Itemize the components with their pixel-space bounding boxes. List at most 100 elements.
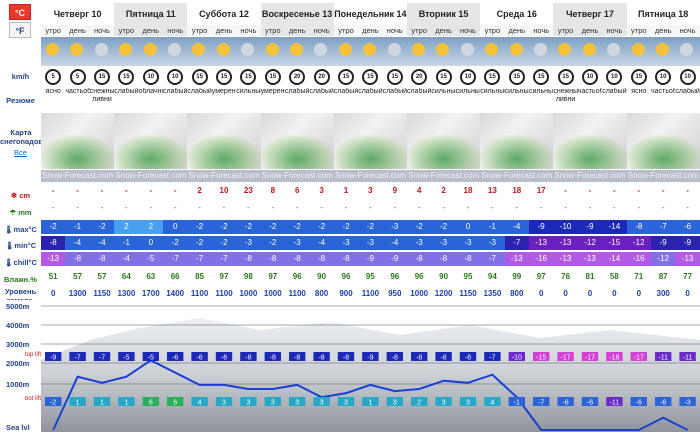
rain-value: - <box>344 203 348 212</box>
day-header[interactable]: Среда 16 <box>480 3 554 25</box>
fahrenheit-button[interactable]: °F <box>9 22 31 38</box>
wind-speed: 10 <box>459 68 476 85</box>
bot-lift-value: 3 <box>442 400 446 407</box>
chill-value: -13 <box>675 252 700 266</box>
rain-value: - <box>491 203 494 212</box>
min-value: -4 <box>382 236 407 250</box>
max-value: -2 <box>236 220 261 234</box>
snow-value: 6 <box>294 186 300 195</box>
bot-lift-value: -2 <box>50 400 56 407</box>
sun-icon <box>46 43 59 56</box>
humidity-value: 94 <box>487 272 497 281</box>
weather-icon <box>211 37 237 66</box>
rain-value: - <box>637 203 641 212</box>
summary-cell: ясно <box>631 88 647 95</box>
sun-icon <box>119 43 133 56</box>
humidity-value: 96 <box>341 272 351 281</box>
wind-icon: 20 <box>407 66 431 87</box>
snow-value: 13 <box>487 186 497 195</box>
bot-lift-value: 1 <box>100 400 104 407</box>
time-of-day: ночь <box>309 25 334 36</box>
wind-speed: 10 <box>655 68 672 85</box>
max-value: -2 <box>309 220 334 234</box>
day-header[interactable]: Понедельник 14 <box>333 3 407 25</box>
weather-icon <box>187 37 212 66</box>
sun-icon <box>558 43 572 56</box>
time-of-day: утро <box>553 25 578 36</box>
day-header[interactable]: Четверг 17 <box>553 3 627 25</box>
freeze-value: 0 <box>538 289 544 298</box>
rain-value: - <box>271 203 275 212</box>
sun-icon <box>192 43 206 56</box>
sun-icon <box>412 43 425 56</box>
snow-value: 17 <box>536 186 546 195</box>
wind-icon: 10 <box>651 66 675 87</box>
chill-value: -8 <box>309 252 334 266</box>
humidity-value: 95 <box>365 272 375 281</box>
sun-icon <box>338 43 352 56</box>
day-header[interactable]: Воскресенье 13 <box>260 3 334 25</box>
snow-map[interactable] <box>480 113 554 169</box>
humidity-value: 97 <box>536 272 546 281</box>
top-lift-value: -17 <box>634 355 644 362</box>
summary-cell: облачно <box>138 88 163 95</box>
top-lift-value: -7 <box>74 355 80 362</box>
summary-cell: слабыйснег <box>675 88 700 95</box>
top-lift-value: -17 <box>585 355 595 362</box>
chill-label: 🌡chill°C <box>0 258 41 267</box>
snow-map[interactable] <box>626 113 700 169</box>
snow-map[interactable] <box>553 113 627 169</box>
day-header[interactable]: Четверг 10 <box>41 3 115 25</box>
summary-cell: слабыйснег <box>333 88 359 95</box>
chill-value: -13 <box>41 252 66 266</box>
snow-map[interactable] <box>41 113 115 169</box>
weather-icon <box>455 37 481 66</box>
humidity-value: 64 <box>121 272 131 281</box>
snow-value: - <box>661 186 665 195</box>
humidity-value: 99 <box>512 272 522 281</box>
time-of-day: день <box>504 25 529 36</box>
wind-icon: 10 <box>456 66 480 87</box>
summary-cell: сильныйснег <box>480 88 505 95</box>
max-value: 0 <box>455 220 481 234</box>
chill-value: -13 <box>504 252 529 266</box>
watermark: Snow-Forecast.com <box>553 170 627 182</box>
max-value: -14 <box>602 220 627 234</box>
day-header[interactable]: Пятница 18 <box>626 3 700 25</box>
map-all-link[interactable]: Все <box>0 148 41 157</box>
summary-cell: частьоблач <box>65 88 90 95</box>
freeze-value: 1700 <box>141 289 160 298</box>
rain-value: - <box>564 203 567 212</box>
celsius-button[interactable]: °C <box>9 4 31 20</box>
humidity-value: 57 <box>97 272 107 281</box>
sun-icon <box>216 43 230 56</box>
min-label: 🌡min°C <box>0 241 41 250</box>
bot-lift-value: 3 <box>344 400 348 407</box>
freeze-value: 900 <box>339 289 353 298</box>
altitude-1000: 1000m <box>6 380 30 389</box>
summary-cell: слабыйснег <box>382 88 407 95</box>
summary-cell: ясно <box>45 88 61 95</box>
snow-map[interactable] <box>407 113 481 169</box>
freeze-value: 800 <box>314 289 329 298</box>
snow-map[interactable] <box>114 113 188 169</box>
day-header[interactable]: Вторник 15 <box>407 3 481 25</box>
humidity-value: 81 <box>585 272 595 281</box>
wind-speed: 15 <box>533 68 550 85</box>
wind-speed: 10 <box>606 68 623 85</box>
snow-map[interactable] <box>187 113 261 169</box>
chill-value: -8 <box>285 252 310 266</box>
max-value: -2 <box>407 220 432 234</box>
day-header[interactable]: Суббота 12 <box>187 3 261 25</box>
max-value: -2 <box>211 220 237 234</box>
rain-value: - <box>442 203 445 212</box>
freeze-value: 0 <box>685 289 690 298</box>
chill-value: -7 <box>480 252 505 266</box>
snow-value: 2 <box>441 186 446 195</box>
snow-map[interactable] <box>333 113 407 169</box>
time-of-day: утро <box>187 25 212 36</box>
sun-icon <box>265 43 279 56</box>
min-value: -4 <box>309 236 334 250</box>
day-header[interactable]: Пятница 11 <box>114 3 188 25</box>
snow-map[interactable] <box>260 113 334 169</box>
